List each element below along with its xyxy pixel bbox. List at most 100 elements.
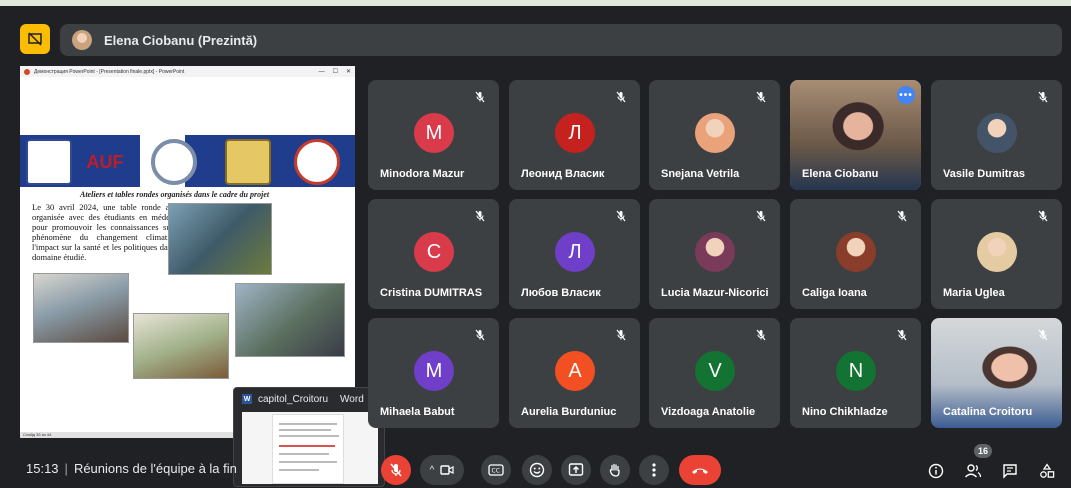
slide-photo-1 [168,203,272,275]
participant-tile[interactable]: ••• Elena Ciobanu [790,80,921,190]
meeting-details[interactable]: 15:13 | Réunions de l'équipe à la fin [26,461,237,476]
participant-tile[interactable]: Caliga Ioana [790,199,921,309]
chat-button[interactable] [999,460,1021,482]
participant-name: Vasile Dumitras [943,168,1025,180]
word-file-name: capitol_Croitoru [258,393,329,405]
presentation-slide: AUF Ateliers et tables rondes organisés … [20,77,355,432]
participant-name: Любов Власик [521,287,601,299]
participant-tile[interactable]: M Minodora Mazur [368,80,499,190]
participant-name: Lucia Mazur-Nicorici [661,287,769,299]
participant-tile[interactable]: Snejana Vetrila [649,80,780,190]
presenter-avatar [72,30,92,50]
muted-mic-icon [1034,88,1052,106]
muted-mic-icon [612,207,630,225]
chat-icon [1003,464,1017,479]
people-button[interactable] [962,460,984,482]
slide-subtitle: Ateliers et tables rondes organisés dans… [80,190,270,199]
participant-tile[interactable]: A Aurelia Burduniuc [509,318,640,428]
meeting-details-button[interactable] [925,460,947,482]
auf-logo: AUF [86,151,124,172]
participant-name: Леонид Власик [521,168,605,180]
muted-mic-icon [752,207,770,225]
participant-avatar: N [836,351,876,391]
camera-toggle-button[interactable]: ^ [420,455,464,485]
muted-mic-icon [612,88,630,106]
activities-button[interactable] [1036,460,1058,482]
seal-logo [151,139,197,185]
presenting-banner[interactable]: Elena Ciobanu (Prezintă) [60,24,1062,56]
participant-tile[interactable]: Maria Uglea [931,199,1062,309]
muted-mic-icon [471,88,489,106]
muted-mic-icon [471,326,489,344]
people-count-badge: 16 [974,444,992,458]
slide-photo-2 [33,273,129,343]
present-screen-icon [568,463,584,476]
participant-name: Vizdoaga Anatolie [661,406,756,418]
participant-tile[interactable]: Lucia Mazur-Nicorici [649,199,780,309]
word-preview-header: W capitol_Croitoru Word [234,388,384,410]
participant-avatar: Л [555,232,595,272]
participant-tile[interactable]: V Vizdoaga Anatolie [649,318,780,428]
participant-name: Nino Chikhladze [802,406,888,418]
participant-avatar: M [414,113,454,153]
muted-mic-icon [893,207,911,225]
participant-tile[interactable]: Catalina Croitoru [931,318,1062,428]
participant-tile[interactable]: N Nino Chikhladze [790,318,921,428]
hand-icon [609,463,620,477]
more-vert-icon [652,463,656,477]
participant-tile[interactable]: Л Любов Власик [509,199,640,309]
camera-icon [440,465,454,475]
info-icon [928,463,944,479]
slide-photo-4 [235,283,345,357]
participant-name: Minodora Mazur [380,168,465,180]
participant-name: Maria Uglea [943,287,1005,299]
presenter-label: Elena Ciobanu (Prezintă) [104,32,258,48]
present-now-button[interactable] [561,455,591,485]
participant-tile[interactable]: M Mihaela Babut [368,318,499,428]
separator: | [64,461,68,476]
minimize-icon: — [318,68,325,75]
tile-options-icon[interactable]: ••• [897,86,915,104]
word-app-name: Word [340,393,364,405]
close-icon: ✕ [345,69,351,75]
slide-body-text: Le 30 avril 2024, une table ronde a été … [32,202,184,262]
stop-presenting-button[interactable] [20,24,50,54]
participant-tile[interactable]: C Cristina DUMITRAS [368,199,499,309]
participant-photo [977,113,1017,153]
participant-name: Elena Ciobanu [802,168,879,180]
reactions-button[interactable] [522,455,552,485]
participant-photo [836,232,876,272]
closed-captions-icon: CC [488,464,504,476]
word-page [272,414,344,484]
muted-mic-icon [612,326,630,344]
project-logo [294,139,340,185]
participant-photo [977,232,1017,272]
raise-hand-button[interactable] [600,455,630,485]
leave-call-button[interactable] [679,455,721,485]
captions-button[interactable]: CC [481,455,511,485]
muted-mic-icon [752,326,770,344]
chevron-up-icon: ^ [429,464,435,476]
svg-text:CC: CC [492,468,500,475]
participant-photo [695,113,735,153]
participant-tile[interactable]: Vasile Dumitras [931,80,1062,190]
word-window-preview[interactable]: W capitol_Croitoru Word [233,387,385,487]
word-thumbnail [242,412,378,484]
participant-name: Snejana Vetrila [661,168,740,180]
shared-screen[interactable]: Демонстрация PowerPoint - [Presentation … [20,66,355,438]
microphone-toggle-button[interactable] [381,455,411,485]
participant-name: Catalina Croitoru [943,406,1033,418]
activities-icon [1040,463,1055,478]
participant-name: Mihaela Babut [380,406,455,418]
university-logo [26,139,72,185]
participant-avatar: A [555,351,595,391]
ppt-title-bar: Демонстрация PowerPoint - [Presentation … [20,66,355,77]
participant-tile[interactable]: Л Леонид Власик [509,80,640,190]
more-options-button[interactable] [639,455,669,485]
word-icon: W [242,394,252,404]
muted-mic-icon [893,326,911,344]
ppt-window-title: Демонстрация PowerPoint - [Presentation … [34,68,185,75]
participant-name: Cristina DUMITRAS [380,287,483,299]
people-icon [965,464,982,478]
maximize-icon: ☐ [332,69,338,75]
